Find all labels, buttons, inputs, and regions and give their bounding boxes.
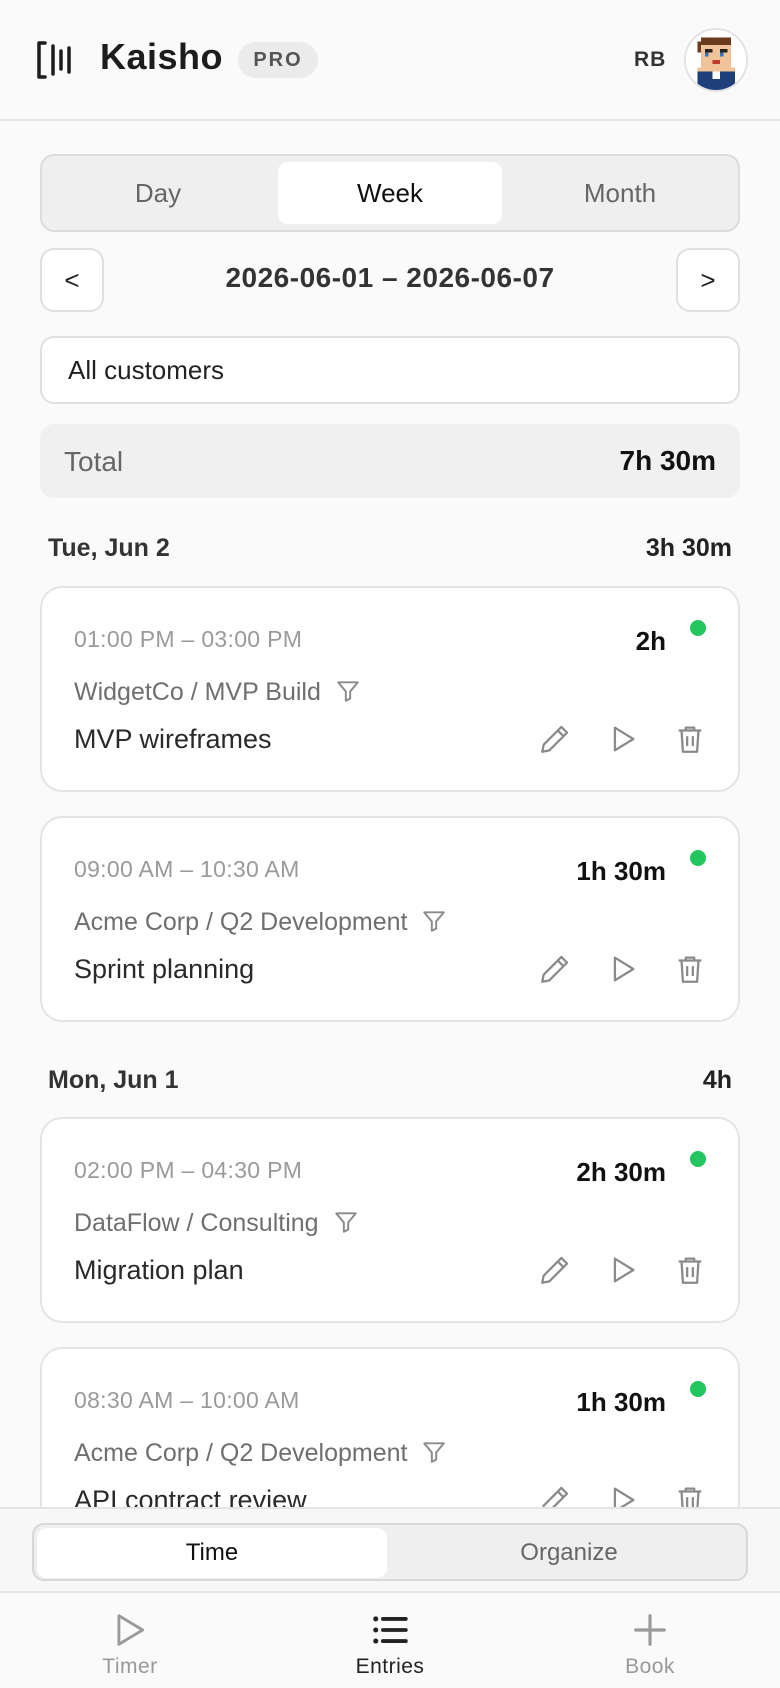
next-period-button[interactable]: >	[676, 248, 740, 312]
pro-badge: PRO	[238, 42, 318, 78]
tab-label: Timer	[102, 1655, 158, 1678]
filter-icon[interactable]	[421, 908, 447, 934]
entry-duration: 1h 30m	[576, 1387, 666, 1417]
delete-icon[interactable]	[673, 722, 707, 756]
edit-icon[interactable]	[538, 1483, 572, 1507]
plus-icon	[634, 1614, 666, 1646]
entry-project-label: WidgetCo / MVP Build	[74, 678, 321, 706]
resume-play-icon[interactable]	[605, 952, 639, 986]
status-dot	[690, 1151, 706, 1167]
entry-description: API contract review	[74, 1485, 307, 1507]
tab-book[interactable]: Book	[520, 1593, 780, 1688]
total-label: Total	[64, 446, 124, 477]
delete-icon[interactable]	[673, 1253, 707, 1287]
entry-description: Sprint planning	[74, 954, 255, 984]
status-dot	[690, 620, 706, 636]
day-label: Mon, Jun 1	[48, 1066, 179, 1094]
entry-time-range: 02:00 PM – 04:30 PM	[74, 1157, 303, 1183]
entry-time-range: 08:30 AM – 10:00 AM	[74, 1387, 300, 1413]
entry-duration: 1h 30m	[576, 856, 666, 886]
time-entry-card[interactable]: 08:30 AM – 10:00 AM 1h 30m Acme Corp / Q…	[40, 1347, 740, 1507]
entries-list[interactable]: Tue, Jun 2 3h 30m 01:00 PM – 03:00 PM 2h…	[0, 508, 780, 1507]
view-toggle: Time Organize	[32, 1523, 748, 1581]
entry-project-label: Acme Corp / Q2 Development	[74, 1439, 408, 1467]
resume-play-icon[interactable]	[605, 1483, 639, 1507]
bottom-tab-bar: Timer Entries Book	[0, 1591, 780, 1688]
tab-timer[interactable]: Timer	[0, 1593, 260, 1688]
day-header: Tue, Jun 2 3h 30m	[48, 534, 732, 574]
edit-icon[interactable]	[538, 952, 572, 986]
day-label: Tue, Jun 2	[48, 534, 170, 562]
filter-icon[interactable]	[335, 678, 361, 704]
entry-project: DataFlow / Consulting	[74, 1209, 359, 1238]
filter-icon[interactable]	[333, 1209, 359, 1235]
delete-icon[interactable]	[673, 1483, 707, 1507]
customer-filter-select[interactable]: All customers	[40, 336, 740, 404]
play-icon	[117, 1614, 145, 1646]
logo-icon	[37, 41, 71, 79]
view-toggle-time[interactable]: Time	[37, 1528, 387, 1578]
entry-project-label: DataFlow / Consulting	[74, 1209, 319, 1237]
entry-duration: 2h 30m	[576, 1157, 666, 1187]
range-tab-week[interactable]: Week	[278, 162, 502, 224]
tab-label: Book	[625, 1655, 675, 1678]
edit-icon[interactable]	[538, 722, 572, 756]
avatar[interactable]	[684, 28, 748, 92]
entry-duration: 2h	[635, 626, 666, 656]
range-selector: Day Week Month	[40, 154, 740, 232]
list-icon	[373, 1616, 408, 1644]
range-tab-month[interactable]: Month	[508, 162, 732, 224]
total-value: 7h 30m	[619, 445, 717, 476]
date-range-label: 2026-06-01 – 2026-06-07	[225, 262, 555, 293]
entry-project-label: Acme Corp / Q2 Development	[74, 908, 408, 936]
delete-icon[interactable]	[673, 952, 707, 986]
day-header: Mon, Jun 1 4h	[48, 1066, 732, 1106]
entry-project: WidgetCo / MVP Build	[74, 678, 361, 707]
user-initials[interactable]: RB	[634, 48, 666, 72]
entry-description: Migration plan	[74, 1255, 244, 1285]
filter-icon[interactable]	[421, 1439, 447, 1465]
app-title: Kaisho	[100, 36, 224, 77]
entry-project: Acme Corp / Q2 Development	[74, 908, 447, 937]
status-dot	[690, 850, 706, 866]
time-entry-card[interactable]: 01:00 PM – 03:00 PM 2h WidgetCo / MVP Bu…	[40, 586, 740, 792]
edit-icon[interactable]	[538, 1253, 572, 1287]
range-tab-day[interactable]: Day	[48, 162, 268, 224]
tab-label: Entries	[355, 1655, 425, 1678]
app-header: Kaisho PRO RB	[0, 0, 780, 121]
entry-time-range: 09:00 AM – 10:30 AM	[74, 856, 300, 882]
time-entry-card[interactable]: 02:00 PM – 04:30 PM 2h 30m DataFlow / Co…	[40, 1117, 740, 1323]
day-total: 4h	[702, 1066, 732, 1094]
day-total: 3h 30m	[645, 534, 732, 562]
resume-play-icon[interactable]	[605, 722, 639, 756]
status-dot	[690, 1381, 706, 1397]
entry-time-range: 01:00 PM – 03:00 PM	[74, 626, 303, 652]
view-toggle-organize[interactable]: Organize	[394, 1528, 744, 1578]
entry-description: MVP wireframes	[74, 724, 272, 754]
view-toggle-bar: Time Organize	[0, 1507, 780, 1591]
tab-entries[interactable]: Entries	[260, 1593, 520, 1688]
resume-play-icon[interactable]	[605, 1253, 639, 1287]
total-summary: Total 7h 30m	[40, 424, 740, 498]
pixel-avatar-icon	[686, 30, 746, 90]
time-entry-card[interactable]: 09:00 AM – 10:30 AM 1h 30m Acme Corp / Q…	[40, 816, 740, 1022]
prev-period-button[interactable]: <	[40, 248, 104, 312]
entry-project: Acme Corp / Q2 Development	[74, 1439, 447, 1468]
